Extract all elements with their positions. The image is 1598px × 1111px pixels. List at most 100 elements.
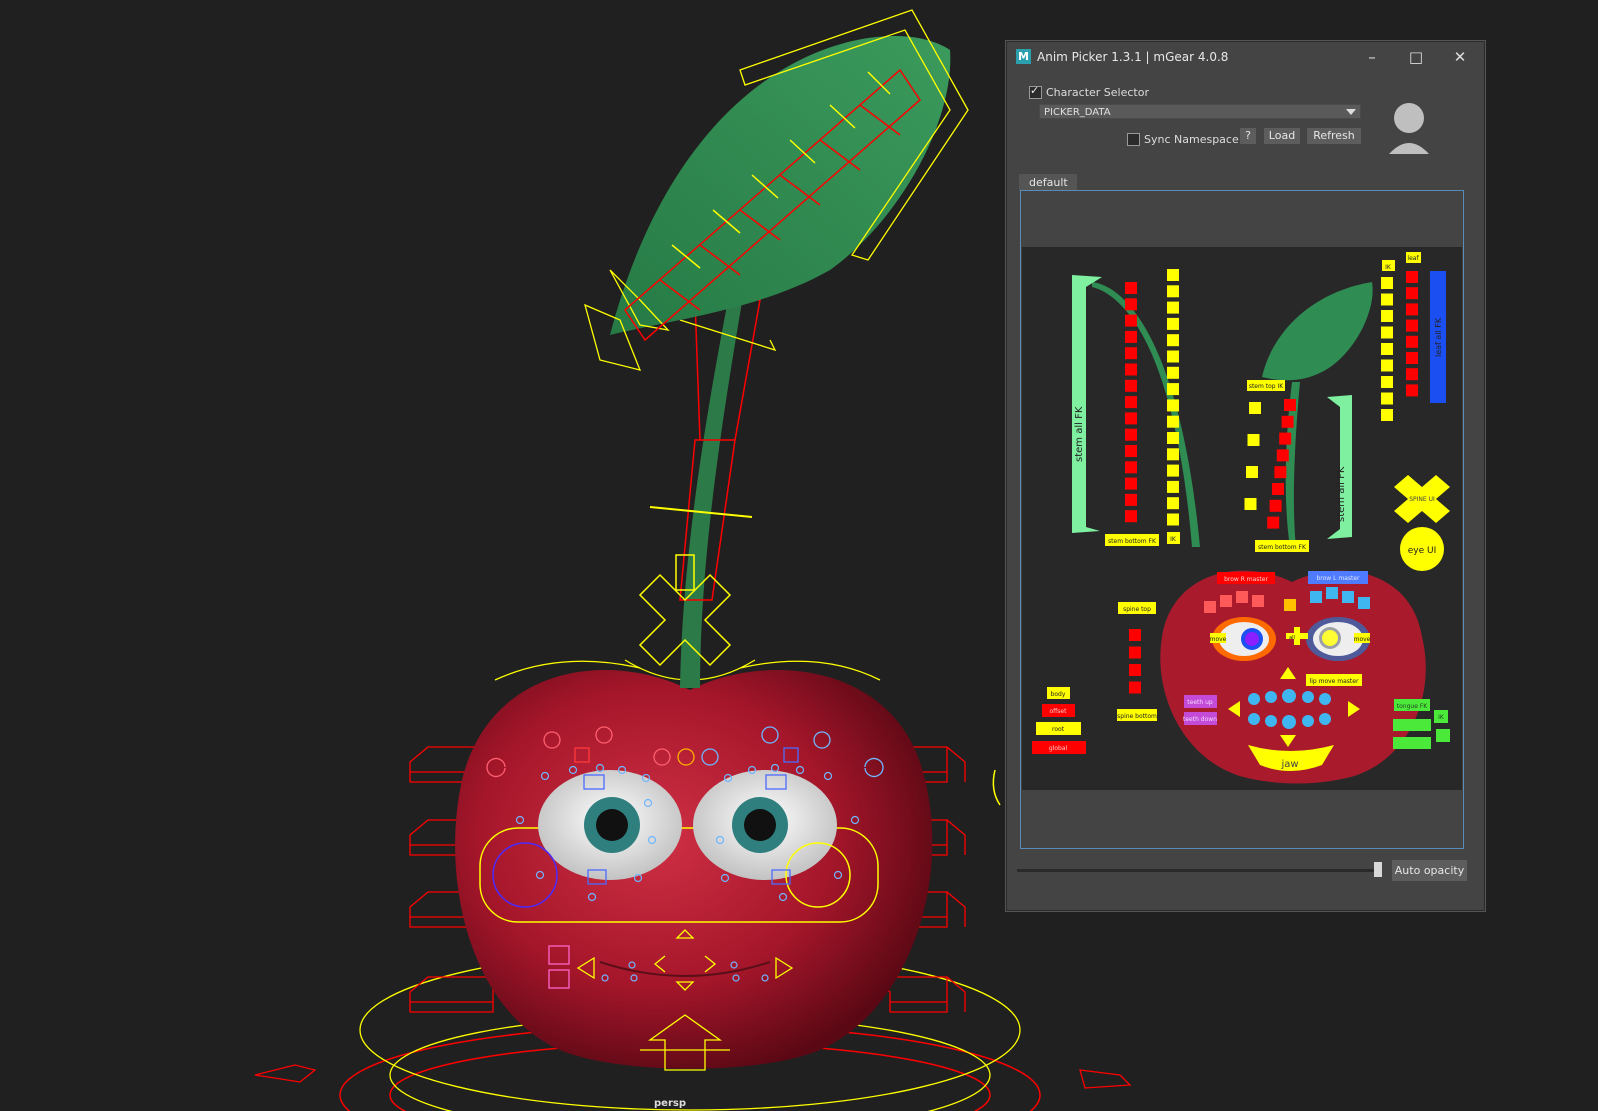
brow-r-master-label: brow R master xyxy=(1224,576,1268,583)
stem-fk-control-11[interactable] xyxy=(1125,445,1137,457)
stem-fk-control-9[interactable] xyxy=(1125,412,1137,425)
spine-control-2[interactable] xyxy=(1129,646,1141,659)
stem-fk-control-6[interactable] xyxy=(1125,363,1137,376)
anim-picker-window[interactable]: M Anim Picker 1.3.1 | mGear 4.0.8 – □ ✕ … xyxy=(1006,41,1485,911)
stem-fk-control-13[interactable] xyxy=(1125,477,1137,490)
stem-fk-control-4[interactable] xyxy=(1125,330,1137,343)
stem-fk-control-5[interactable] xyxy=(1125,347,1137,360)
stem-ik-control-4[interactable] xyxy=(1167,317,1179,330)
stem-top-ik-control-2[interactable] xyxy=(1247,434,1260,446)
auto-opacity-button[interactable]: Auto opacity xyxy=(1392,860,1467,881)
picker-canvas[interactable]: stem all FK stem all FK leaf all FK stem… xyxy=(1022,247,1462,790)
spine-control-1[interactable] xyxy=(1129,629,1141,641)
leaf-ik-control-1[interactable] xyxy=(1381,277,1393,289)
opacity-slider-handle[interactable] xyxy=(1374,862,1382,877)
stem-ik-control-3[interactable] xyxy=(1167,301,1179,314)
leaf-ik-control-6[interactable] xyxy=(1381,359,1393,372)
stem-fk-control-7[interactable] xyxy=(1125,379,1137,392)
stem-ik-control-8[interactable] xyxy=(1167,383,1179,396)
leaf-fk-control-3[interactable] xyxy=(1406,303,1418,316)
stem-ik-control-7[interactable] xyxy=(1167,366,1179,379)
spine-ui-label: SPINE UI xyxy=(1409,496,1435,503)
stem-fk-control-3[interactable] xyxy=(1125,314,1137,327)
sync-namespace-checkbox[interactable] xyxy=(1127,133,1140,146)
stem-ik-control-15[interactable] xyxy=(1167,497,1179,510)
stem-fk-control-14[interactable] xyxy=(1125,493,1137,506)
stem-top-fk-control-5[interactable] xyxy=(1274,466,1287,479)
stem-fk-control-2[interactable] xyxy=(1125,298,1137,311)
spine-chain[interactable] xyxy=(1129,629,1141,694)
leaf-ik-chain[interactable] xyxy=(1381,277,1393,421)
character-selector-checkbox[interactable] xyxy=(1029,84,1042,99)
leaf-fk-control-7[interactable] xyxy=(1406,368,1418,381)
teeth-up-label: teeth up xyxy=(1187,699,1213,706)
stem-ik-control-12[interactable] xyxy=(1167,448,1179,461)
spine-control-4[interactable] xyxy=(1129,681,1141,694)
stem-fk-control-1[interactable] xyxy=(1125,282,1137,294)
leaf-ik-control-3[interactable] xyxy=(1381,310,1393,322)
picker-area[interactable]: stem all FK stem all FK leaf all FK stem… xyxy=(1020,190,1464,849)
help-button[interactable]: ? xyxy=(1240,128,1256,144)
leaf-fk-chain[interactable] xyxy=(1406,271,1418,397)
leaf-ik-control-5[interactable] xyxy=(1381,343,1393,355)
stem-top-ik-label: stem top IK xyxy=(1249,383,1284,390)
stem-fk-control-15[interactable] xyxy=(1125,510,1137,523)
stem-top-fk-control-1[interactable] xyxy=(1284,399,1296,411)
brow-center-control[interactable] xyxy=(1284,599,1296,611)
tongue-fk-label: tongue FK xyxy=(1397,703,1428,710)
leaf-ik-control-2[interactable] xyxy=(1381,293,1393,306)
leaf-ik-control-7[interactable] xyxy=(1381,376,1393,388)
stem-top-fk-control-7[interactable] xyxy=(1269,499,1282,512)
tab-default[interactable]: default xyxy=(1019,174,1077,191)
close-button[interactable]: ✕ xyxy=(1438,42,1482,72)
load-button[interactable]: Load xyxy=(1264,128,1300,144)
stem-ik-control-10[interactable] xyxy=(1167,415,1179,428)
stem-top-ik-chain[interactable] xyxy=(1244,402,1262,510)
stem-ik-control-1[interactable] xyxy=(1167,269,1179,281)
stem-top-fk-control-8[interactable] xyxy=(1267,516,1280,529)
stem-ik-control-9[interactable] xyxy=(1167,399,1179,412)
spine-control-3[interactable] xyxy=(1129,664,1141,676)
stem-top-ik-control-1[interactable] xyxy=(1249,402,1261,414)
maximize-button[interactable]: □ xyxy=(1394,42,1438,72)
stem-top-fk-control-3[interactable] xyxy=(1279,432,1292,445)
chevron-down-icon[interactable] xyxy=(1346,109,1356,115)
leaf-ik-control-8[interactable] xyxy=(1381,392,1393,405)
leaf-ik-control-4[interactable] xyxy=(1381,326,1393,339)
stem-fk-control-8[interactable] xyxy=(1125,396,1137,409)
stem-top-fk-control-6[interactable] xyxy=(1272,483,1284,495)
leaf-fk-control-6[interactable] xyxy=(1406,352,1418,364)
leaf-fk-control-5[interactable] xyxy=(1406,335,1418,348)
sync-namespace-label: Sync Namespace xyxy=(1144,133,1239,146)
leaf-fk-control-8[interactable] xyxy=(1406,384,1418,397)
stem-top-fk-control-4[interactable] xyxy=(1276,449,1289,462)
opacity-slider-track[interactable] xyxy=(1017,869,1379,872)
leaf-fk-control-2[interactable] xyxy=(1406,287,1418,300)
stem-fk-chain[interactable] xyxy=(1125,282,1137,523)
stem-ik-control-14[interactable] xyxy=(1167,480,1179,493)
spine-bottom-label: spine bottom xyxy=(1117,713,1157,720)
stem-ik-control-6[interactable] xyxy=(1167,350,1179,363)
leaf-fk-control-1[interactable] xyxy=(1406,271,1418,283)
stem-top-ik-control-4[interactable] xyxy=(1244,498,1257,510)
stem-ik-control-16[interactable] xyxy=(1167,513,1179,526)
stem-all-fk-left[interactable] xyxy=(1072,275,1102,533)
stem-ik-control-5[interactable] xyxy=(1167,334,1179,347)
stem-top-fk-control-2[interactable] xyxy=(1281,415,1294,428)
stem-fk-control-12[interactable] xyxy=(1125,461,1137,474)
sync-namespace-row[interactable]: Sync Namespace xyxy=(1127,129,1239,148)
refresh-button[interactable]: Refresh xyxy=(1307,128,1361,144)
title-bar[interactable]: M Anim Picker 1.3.1 | mGear 4.0.8 – □ ✕ xyxy=(1007,42,1484,72)
character-selector-row[interactable]: Character Selector xyxy=(1029,82,1149,99)
leaf-all-fk-label: leaf all FK xyxy=(1434,317,1443,357)
stem-ik-control-2[interactable] xyxy=(1167,285,1179,298)
stem-fk-control-10[interactable] xyxy=(1125,428,1137,441)
leaf-ik-control-9[interactable] xyxy=(1381,409,1393,421)
minimize-button[interactable]: – xyxy=(1350,42,1394,72)
stem-top-ik-control-3[interactable] xyxy=(1246,466,1258,478)
maya-icon: M xyxy=(1016,49,1031,64)
leaf-fk-control-4[interactable] xyxy=(1406,319,1418,332)
character-dropdown[interactable]: PICKER_DATA xyxy=(1039,104,1361,119)
stem-ik-control-11[interactable] xyxy=(1167,432,1179,444)
stem-ik-control-13[interactable] xyxy=(1167,464,1179,477)
